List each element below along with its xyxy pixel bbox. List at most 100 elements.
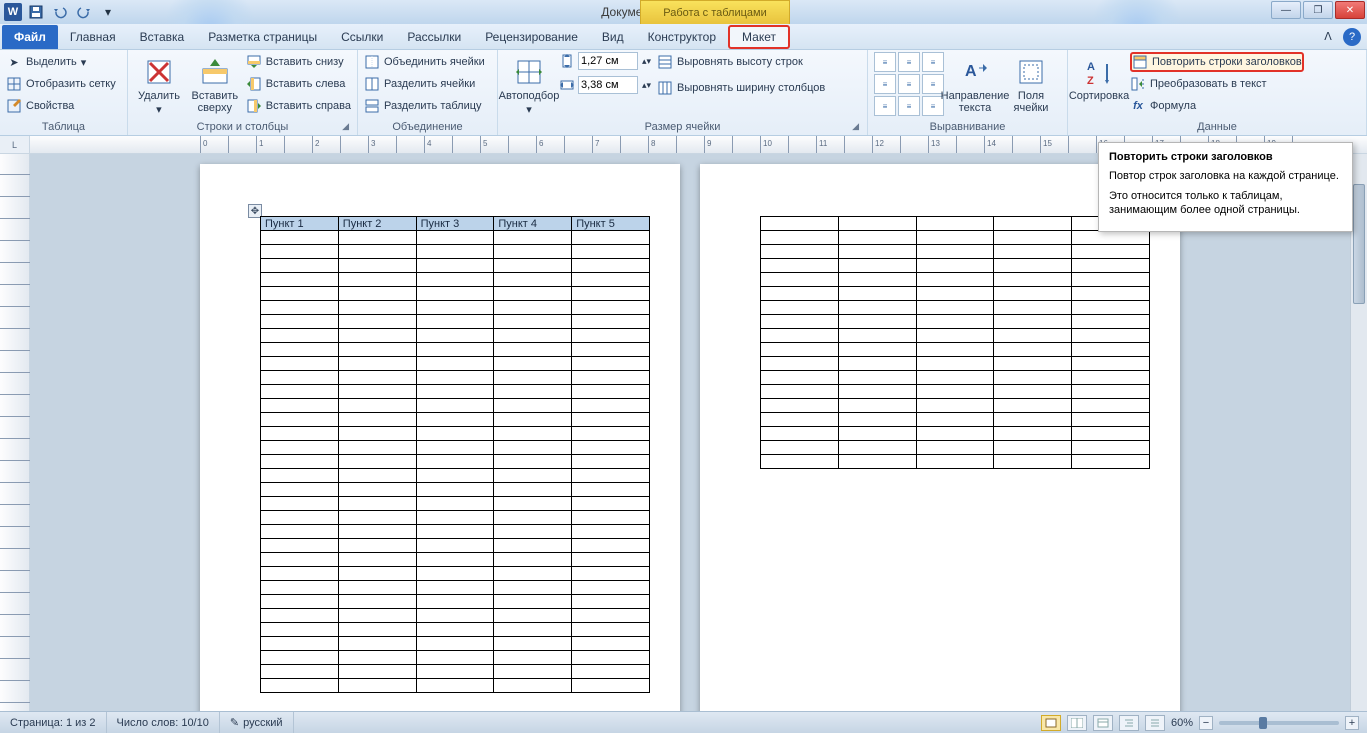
table-cell[interactable] [994,343,1072,357]
table-cell[interactable] [416,539,494,553]
table-cell[interactable] [261,651,339,665]
table-cell[interactable] [916,357,994,371]
table-cell[interactable] [494,455,572,469]
table-header-cell[interactable]: Пункт 3 [416,217,494,231]
table-cell[interactable] [572,343,650,357]
convert-to-text-button[interactable]: Преобразовать в текст [1130,74,1304,94]
table-cell[interactable] [838,343,916,357]
table-cell[interactable] [338,287,416,301]
align-bot-center-button[interactable]: ≡ [898,96,920,116]
table-cell[interactable] [261,665,339,679]
table-cell[interactable] [261,483,339,497]
table-cell[interactable] [916,301,994,315]
table-cell[interactable] [838,399,916,413]
table-cell[interactable] [572,497,650,511]
table-cell[interactable] [761,273,839,287]
table-cell[interactable] [761,217,839,231]
table-cell[interactable] [838,357,916,371]
table-cell[interactable] [416,287,494,301]
minimize-button[interactable]: — [1271,1,1301,19]
table-cell[interactable] [572,623,650,637]
table-cell[interactable] [494,497,572,511]
table-cell[interactable] [494,343,572,357]
dialog-launcher-icon[interactable]: ◢ [852,121,859,132]
table-cell[interactable] [916,413,994,427]
table-cell[interactable] [761,413,839,427]
zoom-level[interactable]: 60% [1171,717,1193,729]
view-web-layout-button[interactable] [1093,715,1113,731]
table-cell[interactable] [338,567,416,581]
qat-undo-button[interactable] [50,2,70,22]
scrollbar-thumb[interactable] [1353,184,1365,304]
table-cell[interactable] [338,581,416,595]
table-cell[interactable] [416,273,494,287]
table-cell[interactable] [338,651,416,665]
table-cell[interactable] [838,455,916,469]
table-cell[interactable] [761,427,839,441]
insert-left-button[interactable]: Вставить слева [246,74,351,94]
table-cell[interactable] [261,595,339,609]
table-cell[interactable] [494,553,572,567]
table-cell[interactable] [338,315,416,329]
table-cell[interactable] [494,413,572,427]
table-cell[interactable] [416,259,494,273]
table-cell[interactable] [572,301,650,315]
table-cell[interactable] [838,301,916,315]
table-cell[interactable] [338,679,416,693]
qat-save-button[interactable] [26,2,46,22]
table-cell[interactable] [572,609,650,623]
table-cell[interactable] [338,371,416,385]
table-cell[interactable] [494,595,572,609]
show-gridlines-button[interactable]: Отобразить сетку [6,74,116,94]
table-cell[interactable] [761,245,839,259]
table-cell[interactable] [761,329,839,343]
table-cell[interactable] [338,455,416,469]
table-cell[interactable] [572,441,650,455]
table-cell[interactable] [838,245,916,259]
table-cell[interactable] [572,553,650,567]
table-cell[interactable] [338,413,416,427]
table-cell[interactable] [261,539,339,553]
table-header-cell[interactable]: Пункт 2 [338,217,416,231]
table-cell[interactable] [761,343,839,357]
qat-customize-button[interactable]: ▾ [98,2,118,22]
table-cell[interactable] [761,399,839,413]
table-cell[interactable] [338,231,416,245]
table-cell[interactable] [261,469,339,483]
table-cell[interactable] [416,609,494,623]
tab-insert[interactable]: Вставка [128,25,197,49]
table-cell[interactable] [338,623,416,637]
tab-review[interactable]: Рецензирование [473,25,590,49]
table-cell[interactable] [494,301,572,315]
table-cell[interactable] [261,511,339,525]
table-cell[interactable] [994,357,1072,371]
table-cell[interactable] [761,231,839,245]
table-cell[interactable] [261,329,339,343]
table-cell[interactable] [1072,259,1150,273]
table-cell[interactable] [494,427,572,441]
table-cell[interactable] [572,413,650,427]
table-cell[interactable] [761,357,839,371]
table-cell[interactable] [494,483,572,497]
insert-above-button[interactable]: Вставить сверху [190,52,240,114]
align-top-left-button[interactable]: ≡ [874,52,896,72]
table-cell[interactable] [261,259,339,273]
table-cell[interactable] [838,231,916,245]
table-cell[interactable] [416,371,494,385]
table-cell[interactable] [994,315,1072,329]
table-cell[interactable] [994,217,1072,231]
tab-layout[interactable]: Макет [728,25,790,49]
table-cell[interactable] [994,455,1072,469]
table-cell[interactable] [416,427,494,441]
insert-right-button[interactable]: Вставить справа [246,96,351,116]
table-cell[interactable] [572,427,650,441]
table-cell[interactable] [494,231,572,245]
table-cell[interactable] [416,315,494,329]
table-cell[interactable] [572,525,650,539]
table-cell[interactable] [494,371,572,385]
table-cell[interactable] [994,385,1072,399]
table-cell[interactable] [1072,301,1150,315]
table-cell[interactable] [572,539,650,553]
table-cell[interactable] [994,245,1072,259]
table-cell[interactable] [916,273,994,287]
